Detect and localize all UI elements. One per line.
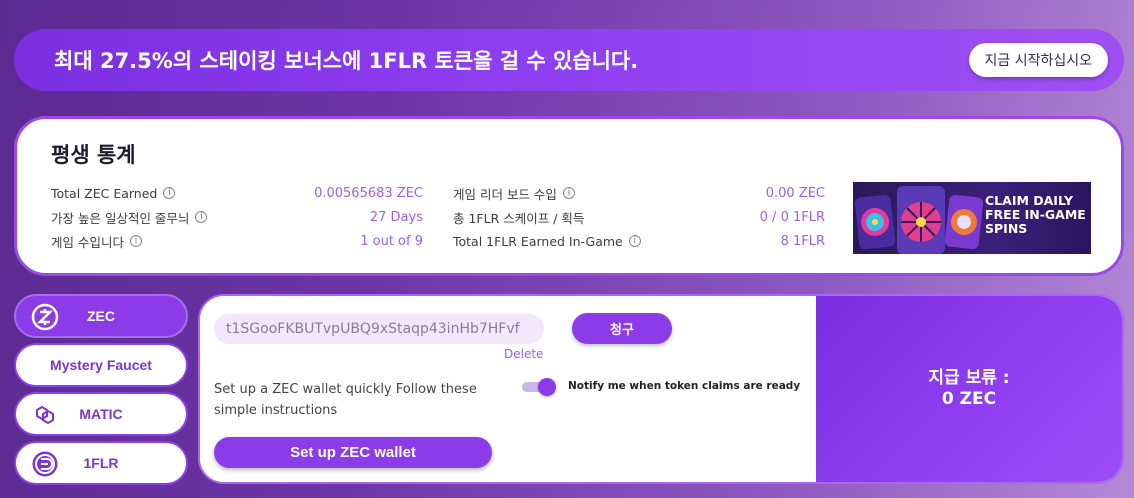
notify-toggle[interactable] bbox=[522, 378, 556, 396]
stat-row: 가장 높은 일상적인 줄무늬 i 27 Days bbox=[51, 207, 423, 227]
sidebar-item-zec[interactable]: ZEC bbox=[14, 294, 188, 338]
flare-icon bbox=[31, 450, 59, 478]
lifetime-stats-card: 평생 통계 Total ZEC Earned i 0.00565683 ZEC 가… bbox=[14, 116, 1124, 276]
stat-label: Total ZEC Earned bbox=[51, 185, 158, 201]
wheel-card-left bbox=[854, 194, 896, 250]
sidebar-item-matic[interactable]: MATIC bbox=[14, 392, 188, 436]
wheel-icon bbox=[861, 208, 889, 236]
sidebar-item-1flr[interactable]: 1FLR bbox=[14, 441, 188, 485]
info-icon[interactable]: i bbox=[195, 211, 208, 223]
stat-label: 게임 리더 보드 수입 bbox=[453, 186, 557, 202]
info-icon[interactable]: i bbox=[562, 187, 575, 199]
promo-line: CLAIM DAILY bbox=[985, 193, 1074, 208]
stat-row: 게임 리더 보드 수입 i 0.00 ZEC bbox=[453, 183, 825, 203]
wheel-card-right bbox=[944, 194, 984, 250]
promo-text: CLAIM DAILY FREE IN-GAME SPINS bbox=[985, 194, 1086, 236]
setup-wallet-button[interactable]: Set up ZEC wallet bbox=[214, 437, 492, 468]
sidebar-item-mystery-faucet[interactable]: Mystery Faucet bbox=[14, 343, 188, 387]
stat-label: Total 1FLR Earned In-Game bbox=[453, 233, 623, 249]
stat-value: 0.00 ZEC bbox=[765, 185, 825, 201]
info-icon[interactable]: i bbox=[628, 235, 641, 247]
stat-label: 게임 수입니다 bbox=[51, 234, 124, 250]
stat-row: 총 1FLR 스케이프 / 획득 0 / 0 1FLR bbox=[453, 207, 825, 227]
promo-line: SPINS bbox=[985, 221, 1028, 236]
delete-link[interactable]: Delete bbox=[504, 347, 543, 361]
promo-line: FREE IN-GAME bbox=[985, 207, 1086, 222]
faucet-panel: 청구 Delete Set up a ZEC wallet quickly Fo… bbox=[198, 294, 1124, 484]
info-icon[interactable]: i bbox=[129, 235, 142, 247]
pending-label: 지급 보류 : bbox=[928, 368, 1010, 388]
wheel-icon bbox=[901, 202, 941, 242]
setup-instructions-text: Set up a ZEC wallet quickly Follow these… bbox=[214, 382, 477, 418]
stat-value: 0.00565683 ZEC bbox=[314, 185, 423, 201]
wallet-address-input[interactable] bbox=[214, 314, 544, 344]
pending-payout-section: 지급 보류 : 0 ZEC bbox=[816, 296, 1122, 482]
stat-value: 1 out of 9 bbox=[360, 233, 423, 249]
stat-value: 8 1FLR bbox=[780, 233, 825, 249]
sidebar-item-label: Mystery Faucet bbox=[50, 357, 152, 373]
stats-title: 평생 통계 bbox=[51, 143, 136, 167]
stat-value: 0 / 0 1FLR bbox=[759, 209, 825, 225]
get-started-button[interactable]: 지금 시작하십시오 bbox=[968, 43, 1108, 77]
notify-label: Notify me when token claims are ready bbox=[568, 380, 801, 392]
stat-row: 게임 수입니다 i 1 out of 9 bbox=[51, 231, 423, 251]
stat-label: 총 1FLR 스케이프 / 획득 bbox=[453, 210, 585, 226]
header-title-fragment bbox=[400, 0, 730, 8]
zcash-icon bbox=[31, 303, 59, 331]
claim-section: 청구 Delete Set up a ZEC wallet quickly Fo… bbox=[200, 296, 816, 482]
pending-value: 0 ZEC bbox=[941, 389, 997, 409]
staking-promo-banner: 최대 27.5%의 스테이킹 보너스에 1FLR 토큰을 걸 수 있습니다. 지… bbox=[14, 29, 1124, 91]
stat-row: Total ZEC Earned i 0.00565683 ZEC bbox=[51, 183, 423, 203]
polygon-icon bbox=[31, 401, 59, 429]
wheel-icon bbox=[951, 209, 977, 235]
banner-text: 최대 27.5%의 스테이킹 보너스에 1FLR 토큰을 걸 수 있습니다. bbox=[54, 49, 639, 73]
wheel-card-center bbox=[897, 186, 945, 254]
claim-button[interactable]: 청구 bbox=[572, 313, 672, 344]
toggle-knob bbox=[538, 378, 556, 396]
stat-value: 27 Days bbox=[369, 209, 423, 225]
daily-spins-promo-image[interactable]: CLAIM DAILY FREE IN-GAME SPINS bbox=[853, 182, 1091, 254]
stat-label: 가장 높은 일상적인 줄무늬 bbox=[51, 210, 190, 226]
stat-row: Total 1FLR Earned In-Game i 8 1FLR bbox=[453, 231, 825, 251]
info-icon[interactable]: i bbox=[163, 187, 176, 199]
